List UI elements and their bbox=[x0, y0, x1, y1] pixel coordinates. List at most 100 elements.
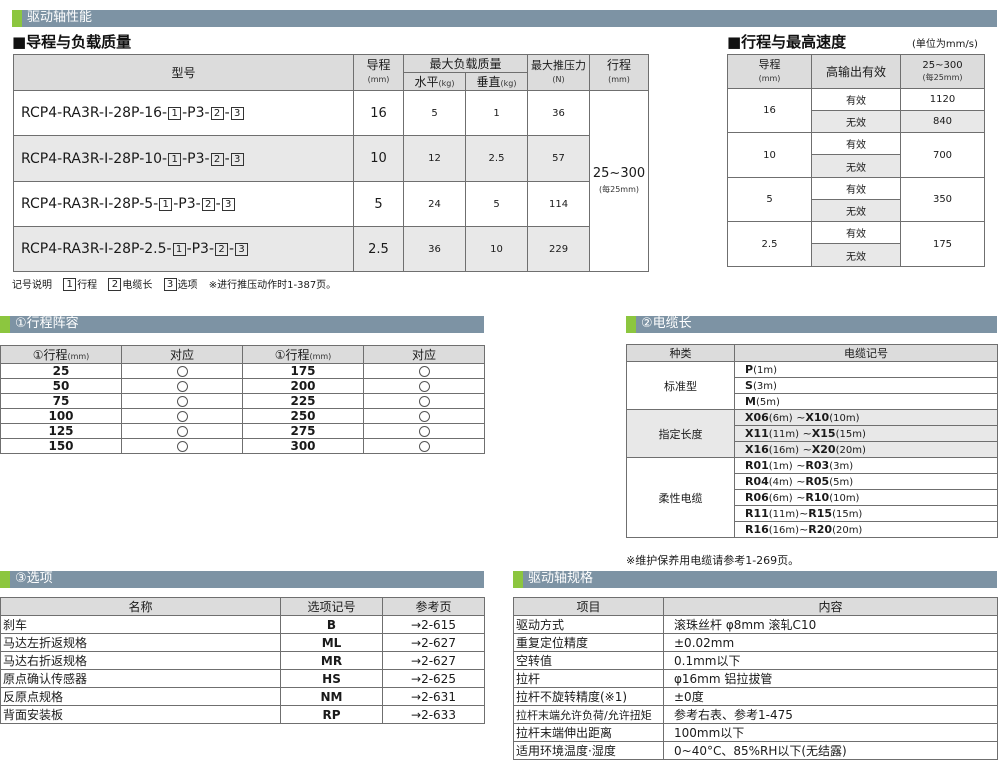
table-row: 背面安装板 RP →2-633 bbox=[0, 705, 485, 724]
circle-icon bbox=[418, 411, 430, 422]
lineup-header-support: 对应 bbox=[363, 345, 485, 364]
speed-header-hi-output: 高输出有效 bbox=[811, 54, 901, 89]
cable-header-code: 电缆记号 bbox=[734, 344, 998, 362]
circle-icon bbox=[418, 396, 430, 407]
circle-icon bbox=[418, 441, 430, 452]
speed-value: 700 bbox=[900, 132, 985, 178]
hi-on-cell: 有效 bbox=[811, 132, 901, 155]
table-row: RCP4-RA3R-I-28P-10- 1 -P3- 2-3 10 12 2.5 57 bbox=[13, 135, 649, 182]
table-row: 拉杆 φ16mm 铝拉拔管 bbox=[513, 669, 998, 688]
circle-icon bbox=[418, 366, 430, 377]
options-header-code: 选项记号 bbox=[280, 597, 383, 616]
vertical-cell: 2.5 bbox=[464, 135, 529, 182]
lineup-header-stroke: ①行程(mm) bbox=[242, 345, 364, 364]
section-bar-stroke-lineup: ①行程阵容 bbox=[0, 316, 484, 333]
table-row: 125 275 bbox=[0, 423, 485, 439]
model-cell: RCP4-RA3R-I-28P-5- 1 -P3- 2-3 bbox=[13, 181, 354, 227]
circle-icon bbox=[176, 426, 188, 437]
stroke-lineup-table: ①行程(mm) 对应 ①行程(mm) 对应 25 175 50 200 75 225 … bbox=[0, 345, 485, 454]
model-cell: RCP4-RA3R-I-28P-16- 1 -P3- 2-3 bbox=[13, 90, 354, 136]
speed-lead-cell: 10 bbox=[727, 132, 812, 178]
section-bar-specs: 驱动轴规格 bbox=[513, 571, 997, 588]
lead-load-table: 型号 导程 (mm) 最大负载质量 最大推压力 (N) 行程 (mm) 水平(kg) … bbox=[13, 54, 650, 272]
lead-cell: 5 bbox=[353, 181, 404, 227]
table-row: 驱动方式 滚珠丝杆 φ8mm 滚轧C10 bbox=[513, 615, 998, 634]
hi-off-cell: 无效 bbox=[811, 110, 901, 133]
table-row: RCP4-RA3R-I-28P-16- 1 -P3- 2-3 16 5 1 36 25… bbox=[13, 90, 650, 272]
horizontal-cell: 36 bbox=[403, 226, 466, 272]
table-row: 反原点规格 NM →2-631 bbox=[0, 687, 485, 706]
options-header-ref: 参考页 bbox=[382, 597, 485, 616]
push-cell: 114 bbox=[527, 181, 591, 227]
circle-icon bbox=[176, 441, 188, 452]
speed-unit: (单位为mm/s) bbox=[912, 39, 978, 50]
vertical-cell: 10 bbox=[464, 226, 529, 272]
speed-value: 1120 bbox=[900, 88, 985, 111]
table-row: 25 175 bbox=[0, 363, 485, 379]
lead-cell: 2.5 bbox=[353, 226, 404, 272]
circle-icon bbox=[176, 366, 188, 377]
table-row: 150 300 bbox=[0, 438, 485, 454]
circle-icon bbox=[418, 426, 430, 437]
stroke-cell: 25~300 (每25mm) bbox=[589, 90, 650, 272]
table-row: RCP4-RA3R-I-28P-5- 1 -P3- 2-3 5 24 5 114 bbox=[13, 181, 649, 227]
symbol-legend: 记号说明 1 行程 2 电缆长 3 选项 ※进行推压动作时1-387页。 bbox=[12, 278, 337, 291]
options-header-name: 名称 bbox=[0, 597, 281, 616]
cable-table: 种类 电缆记号 标准型 P(1m) S(3m) M(5m) 指定长度 X06(6m) … bbox=[626, 344, 998, 538]
hi-off-cell: 无效 bbox=[811, 154, 901, 178]
lineup-header-stroke: ①行程(mm) bbox=[0, 345, 122, 364]
hi-off-cell: 无效 bbox=[811, 199, 901, 222]
speed-value: 175 bbox=[900, 221, 985, 267]
table-row: 空转值 0.1mm以下 bbox=[513, 651, 998, 670]
table-row: 拉杆末端伸出距离 100mm以下 bbox=[513, 723, 998, 742]
speed-value: 840 bbox=[900, 110, 985, 133]
hi-on-cell: 有效 bbox=[811, 177, 901, 200]
table-row: 适用环境温度·湿度 0~40°C、85%RH以下(无结露) bbox=[513, 741, 998, 760]
table-row: 75 225 bbox=[0, 393, 485, 409]
lead-cell: 10 bbox=[353, 135, 404, 182]
circle-icon bbox=[176, 396, 188, 407]
lineup-header-support: 对应 bbox=[121, 345, 243, 364]
push-cell: 57 bbox=[527, 135, 591, 182]
header-vertical: 垂直(kg) bbox=[464, 72, 529, 91]
horizontal-cell: 24 bbox=[403, 181, 466, 227]
specs-header-item: 项目 bbox=[513, 597, 664, 616]
model-cell: RCP4-RA3R-I-28P-10- 1 -P3- 2-3 bbox=[13, 135, 354, 182]
table-row: 马达右折返规格 MR →2-627 bbox=[0, 651, 485, 670]
hi-off-cell: 无效 bbox=[811, 243, 901, 267]
hi-on-cell: 有效 bbox=[811, 221, 901, 244]
push-cell: 36 bbox=[527, 90, 591, 136]
circle-icon bbox=[176, 381, 188, 392]
green-marker bbox=[626, 316, 636, 333]
table-row: RCP4-RA3R-I-28P-2.5- 1 -P3- 2-3 2.5 36 10 2… bbox=[13, 226, 649, 272]
vertical-cell: 1 bbox=[464, 90, 529, 136]
speed-lead-cell: 5 bbox=[727, 177, 812, 222]
speed-table: 导程 (mm) 高输出有效 25~300 (每25mm) 16 有效 1120 无效 84… bbox=[727, 54, 985, 267]
table-row: 50 200 bbox=[0, 378, 485, 394]
circle-icon bbox=[176, 411, 188, 422]
green-marker bbox=[0, 571, 10, 588]
table-row: 马达左折返规格 ML →2-627 bbox=[0, 633, 485, 652]
header-max-load: 最大负载质量 bbox=[402, 54, 529, 73]
lead-cell: 16 bbox=[353, 90, 404, 136]
section-bar-drive-performance: 驱动轴性能 bbox=[12, 10, 997, 27]
header-horizontal: 水平(kg) bbox=[403, 72, 466, 91]
speed-value: 350 bbox=[900, 177, 985, 222]
table-row: 拉杆末端允许负荷/允许扭矩 参考右表、参考1-475 bbox=[513, 705, 998, 724]
model-cell: RCP4-RA3R-I-28P-2.5- 1 -P3- 2-3 bbox=[13, 226, 354, 272]
speed-lead-cell: 16 bbox=[727, 88, 812, 133]
header-max-push: 最大推压力 (N) bbox=[527, 54, 591, 91]
cable-type-specified: 指定长度 bbox=[626, 409, 735, 458]
cable-type-standard: 标准型 bbox=[626, 361, 735, 410]
lead-load-heading: ■导程与负载质量 bbox=[12, 33, 132, 51]
table-row: 拉杆不旋转精度(※1) ±0度 bbox=[513, 687, 998, 706]
header-lead: 导程 (mm) bbox=[353, 54, 404, 91]
speed-heading: ■行程与最高速度 bbox=[727, 33, 847, 51]
header-stroke: 行程 (mm) bbox=[589, 54, 650, 91]
section-bar-options: ③选项 bbox=[0, 571, 484, 588]
push-cell: 229 bbox=[527, 226, 591, 272]
section-title: 驱动轴性能 bbox=[27, 10, 93, 25]
horizontal-cell: 12 bbox=[403, 135, 466, 182]
section-bar-cable: ②电缆长 bbox=[626, 316, 997, 333]
green-marker bbox=[513, 571, 523, 588]
